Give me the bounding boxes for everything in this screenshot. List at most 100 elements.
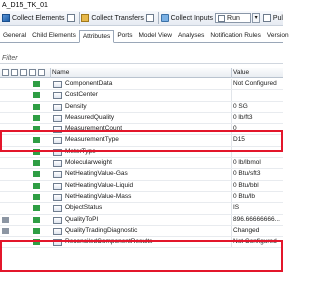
attribute-name: MeasurementType bbox=[65, 136, 119, 144]
status-good-icon bbox=[33, 205, 40, 212]
attribute-row[interactable]: QualityToPI 896.66666666... bbox=[0, 214, 283, 226]
column-divider bbox=[231, 68, 232, 78]
attribute-value[interactable]: D15 bbox=[233, 136, 283, 143]
tab-strip: General Child Elements Attributes Ports … bbox=[0, 30, 289, 43]
column-divider bbox=[50, 68, 51, 78]
attribute-name: MeasuredQuality bbox=[65, 113, 115, 121]
pul-toggle[interactable]: Pul bbox=[262, 12, 283, 25]
run-checkbox[interactable] bbox=[218, 14, 226, 22]
attribute-name: Molecularweight bbox=[65, 159, 112, 167]
attribute-row[interactable]: Molecularweight 0 lb/lbmol bbox=[0, 158, 283, 170]
attribute-icon bbox=[53, 216, 62, 224]
tab-analyses[interactable]: Analyses bbox=[175, 30, 207, 42]
collect-inputs-toggle[interactable]: Collect Inputs bbox=[160, 12, 214, 25]
run-label: Run bbox=[227, 14, 240, 22]
column-divider bbox=[231, 79, 232, 90]
attribute-name: QualityToPI bbox=[65, 215, 99, 223]
status-good-icon bbox=[33, 216, 40, 223]
status-good-icon bbox=[33, 193, 40, 200]
tab-notification-rules[interactable]: Notification Rules bbox=[207, 30, 264, 42]
attribute-row[interactable]: NetHeatingValue-Liquid 0 Btu/bbl bbox=[0, 180, 283, 192]
collect-elements-toggle[interactable]: Collect Elements bbox=[0, 12, 77, 25]
toolbar-separator bbox=[78, 12, 80, 24]
attribute-value[interactable]: 0 SG bbox=[233, 103, 283, 110]
collect-transfers-checkbox[interactable] bbox=[145, 14, 154, 22]
attribute-row[interactable]: MeasuredQuality 0 lb/ft3 bbox=[0, 112, 283, 125]
attribute-row[interactable]: QualityTradingDiagnostic Changed bbox=[0, 225, 283, 238]
run-combobox[interactable]: Run bbox=[215, 13, 252, 23]
attribute-value[interactable]: 0 lb/lbmol bbox=[233, 159, 283, 166]
plus-icon[interactable] bbox=[29, 69, 36, 76]
attribute-name: CostCenter bbox=[65, 91, 98, 99]
column-header-name[interactable]: Name bbox=[52, 69, 69, 76]
run-dropdown-button[interactable]: ▾ bbox=[252, 13, 260, 23]
attribute-name: ObjectStatus bbox=[65, 204, 103, 212]
column-divider bbox=[231, 169, 232, 180]
attribute-icon bbox=[53, 81, 62, 88]
attribute-value[interactable]: 896.66666666... bbox=[233, 216, 283, 223]
attribute-row[interactable]: MeasurementCount 0 bbox=[0, 124, 283, 136]
attribute-row[interactable]: Density 0 SG bbox=[0, 101, 283, 113]
column-divider bbox=[231, 237, 232, 248]
attribute-value[interactable]: Not Configured bbox=[233, 80, 283, 87]
column-divider bbox=[231, 124, 232, 135]
attribute-name: Density bbox=[65, 102, 87, 110]
status-good-icon bbox=[33, 227, 40, 234]
status-good-icon bbox=[33, 239, 40, 246]
attribute-icon bbox=[53, 193, 62, 201]
attribute-value[interactable]: 0 lb/ft3 bbox=[233, 114, 283, 121]
tab-general[interactable]: General bbox=[0, 30, 29, 42]
attribute-value[interactable]: IS bbox=[233, 204, 283, 211]
collect-inputs-label: Collect Inputs bbox=[170, 14, 214, 22]
attribute-value[interactable]: Not Configured bbox=[233, 238, 283, 245]
attribute-row[interactable]: ReconciledComponentResults Not Configured bbox=[0, 237, 283, 249]
toolbar: Collect Elements Collect Transfers Colle… bbox=[0, 11, 283, 26]
column-divider bbox=[231, 146, 232, 158]
filter-input[interactable]: Filter bbox=[0, 53, 283, 64]
tab-attributes[interactable]: Attributes bbox=[78, 30, 115, 43]
sort-icon[interactable] bbox=[38, 69, 45, 76]
attribute-row[interactable]: NetHeatingValue-Gas 0 Btu/sft3 bbox=[0, 169, 283, 181]
attribute-icon bbox=[53, 92, 62, 100]
input-icon bbox=[160, 14, 169, 22]
column-divider bbox=[231, 214, 232, 225]
attribute-icon bbox=[53, 182, 62, 190]
attribute-name: MeterType bbox=[65, 147, 96, 155]
status-good-icon bbox=[33, 92, 40, 99]
attribute-row[interactable]: MeasurementType D15 bbox=[0, 135, 283, 147]
collect-elements-label: Collect Elements bbox=[12, 14, 65, 22]
attribute-icon bbox=[53, 126, 62, 134]
tab-version[interactable]: Version bbox=[264, 30, 292, 42]
attribute-name: ReconciledComponentResults bbox=[65, 238, 153, 246]
collect-transfers-toggle[interactable]: Collect Transfers bbox=[81, 12, 156, 25]
pul-checkbox[interactable] bbox=[262, 14, 271, 22]
column-header-value[interactable]: Value bbox=[233, 69, 249, 76]
attribute-row[interactable]: NetHeatingValue-Mass 0 Btu/lb bbox=[0, 191, 283, 204]
column-divider bbox=[231, 191, 232, 203]
attribute-value[interactable]: 0 Btu/sft3 bbox=[233, 170, 283, 177]
attribute-value[interactable]: 0 bbox=[233, 125, 283, 132]
attribute-row[interactable]: ComponentData Not Configured bbox=[0, 79, 283, 91]
attribute-name: NetHeatingValue-Mass bbox=[65, 192, 132, 200]
attribute-icon bbox=[53, 239, 62, 247]
attribute-row[interactable]: CostCenter bbox=[0, 90, 283, 102]
attribute-icon bbox=[53, 171, 62, 179]
attribute-row[interactable]: MeterType bbox=[0, 146, 283, 159]
chevron-down-icon: ▾ bbox=[254, 15, 258, 21]
tab-model-view[interactable]: Model View bbox=[135, 30, 174, 42]
attribute-value[interactable]: 0 Btu/bbl bbox=[233, 182, 283, 189]
flag-icon[interactable] bbox=[20, 69, 27, 76]
status-good-icon bbox=[33, 81, 40, 87]
config-icon[interactable] bbox=[2, 69, 9, 76]
pul-label: Pul bbox=[272, 14, 283, 22]
attribute-value[interactable]: Changed bbox=[233, 227, 283, 234]
attribute-row[interactable]: ObjectStatus IS bbox=[0, 203, 283, 215]
status-icon[interactable] bbox=[11, 69, 18, 76]
status-good-icon bbox=[33, 114, 40, 121]
collect-elements-checkbox[interactable] bbox=[66, 14, 75, 22]
attribute-value[interactable]: 0 Btu/lb bbox=[233, 193, 283, 200]
tab-child-elements[interactable]: Child Elements bbox=[29, 30, 79, 42]
attribute-icon bbox=[53, 103, 62, 111]
collect-transfers-label: Collect Transfers bbox=[91, 14, 144, 22]
tab-ports[interactable]: Ports bbox=[114, 30, 135, 42]
